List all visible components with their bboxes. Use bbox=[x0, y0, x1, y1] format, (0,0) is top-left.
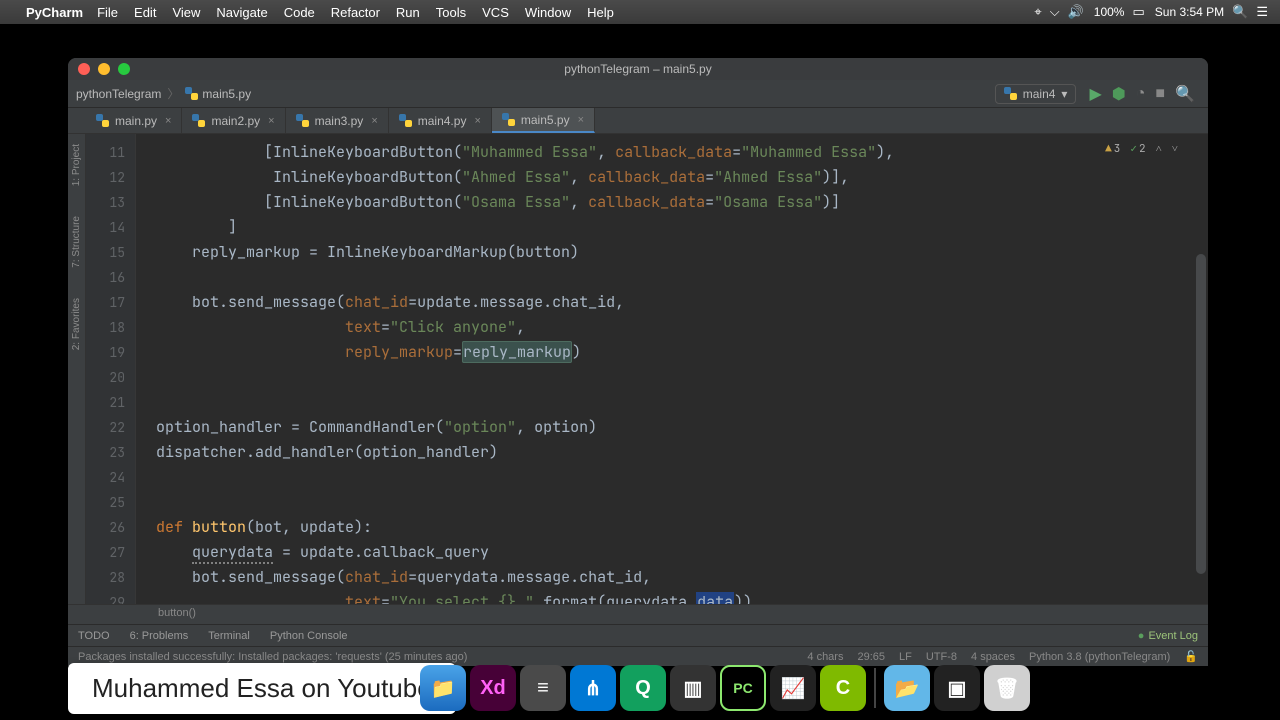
menu-code[interactable]: Code bbox=[284, 5, 315, 20]
vertical-scrollbar[interactable] bbox=[1196, 254, 1206, 574]
toolwindow-event-log[interactable]: Event Log bbox=[1138, 630, 1198, 642]
toolwindow-problems[interactable]: 6: Problems bbox=[130, 630, 189, 642]
inspection-widget[interactable]: 3 2 ˄ ˅ bbox=[1105, 142, 1178, 156]
menu-tools[interactable]: Tools bbox=[436, 5, 466, 20]
clock[interactable]: Sun 3:54 PM bbox=[1155, 5, 1224, 19]
tab-main3[interactable]: main3.py× bbox=[286, 108, 389, 133]
app-name[interactable]: PyCharm bbox=[26, 5, 83, 20]
menu-navigate[interactable]: Navigate bbox=[216, 5, 267, 20]
dock-trash[interactable]: 🗑 bbox=[984, 665, 1030, 711]
battery-percent[interactable]: 100% bbox=[1094, 5, 1125, 19]
dock-qgis[interactable]: Q bbox=[620, 665, 666, 711]
breadcrumb-file[interactable]: main5.py bbox=[185, 87, 251, 101]
fold-gutter[interactable] bbox=[136, 134, 152, 604]
tab-main4[interactable]: main4.py× bbox=[389, 108, 492, 133]
close-icon[interactable]: × bbox=[165, 115, 171, 127]
macos-dock: 📁 Xd ≡ ⋔ Q ▥ PC 📈 C 📂 ▣ 🗑 bbox=[420, 660, 1030, 716]
debug-button[interactable]: ⬢ bbox=[1112, 84, 1126, 104]
navigation-bar: pythonTelegram〉 main5.py main4 ▾ ▶ ⬢ ◔ ■… bbox=[68, 80, 1208, 108]
tab-main2[interactable]: main2.py× bbox=[182, 108, 285, 133]
dock-camtasia[interactable]: C bbox=[820, 665, 866, 711]
coverage-button[interactable]: ◔ bbox=[1136, 85, 1146, 103]
dock-adobe-xd[interactable]: Xd bbox=[470, 665, 516, 711]
volume-icon[interactable]: 🔊 bbox=[1068, 4, 1084, 20]
python-file-icon bbox=[192, 114, 205, 127]
toolwindow-favorites[interactable]: 2: Favorites bbox=[71, 298, 82, 350]
tab-main[interactable]: main.py× bbox=[86, 108, 182, 133]
menu-run[interactable]: Run bbox=[396, 5, 420, 20]
dock-finder[interactable]: 📁 bbox=[420, 665, 466, 711]
dock-downloads[interactable]: 📂 bbox=[884, 665, 930, 711]
toolwindow-python-console[interactable]: Python Console bbox=[270, 630, 348, 642]
left-tool-strip: 1: Project 7: Structure 2: Favorites bbox=[68, 134, 86, 604]
chevron-down-icon[interactable]: ˅ bbox=[1172, 142, 1178, 156]
dock-pycharm[interactable]: PC bbox=[720, 665, 766, 711]
wifi-icon[interactable]: ⌵ bbox=[1050, 4, 1060, 20]
menu-vcs[interactable]: VCS bbox=[482, 5, 509, 20]
dock-vscode[interactable]: ⋔ bbox=[570, 665, 616, 711]
window-title: pythonTelegram – main5.py bbox=[68, 62, 1208, 76]
run-button[interactable]: ▶ bbox=[1089, 84, 1101, 104]
python-file-icon bbox=[296, 114, 309, 127]
toolwindow-todo[interactable]: TODO bbox=[78, 630, 110, 642]
status-interpreter[interactable]: Python 3.8 (pythonTelegram) bbox=[1029, 651, 1170, 663]
code-area[interactable]: [InlineKeyboardButton("Muhammed Essa", c… bbox=[152, 134, 1208, 604]
python-file-icon bbox=[399, 114, 412, 127]
spotlight-icon[interactable]: 🔍 bbox=[1232, 4, 1248, 20]
macos-menubar: PyCharm File Edit View Navigate Code Ref… bbox=[0, 0, 1280, 24]
python-file-icon bbox=[96, 114, 109, 127]
bottom-tool-strip: TODO 6: Problems Terminal Python Console… bbox=[68, 624, 1208, 646]
pycharm-window: pythonTelegram – main5.py pythonTelegram… bbox=[68, 58, 1208, 666]
search-everywhere-button[interactable]: 🔍 bbox=[1175, 84, 1195, 104]
titlebar: pythonTelegram – main5.py bbox=[68, 58, 1208, 80]
control-center-icon[interactable]: ☰ bbox=[1256, 4, 1268, 20]
ok-count[interactable]: 2 bbox=[1130, 142, 1145, 156]
toolwindow-structure[interactable]: 7: Structure bbox=[71, 216, 82, 268]
lock-icon[interactable]: 🔓 bbox=[1184, 650, 1198, 663]
channel-banner: Muhammed Essa on Youtube bbox=[68, 663, 456, 714]
editor-tabs: main.py× main2.py× main3.py× main4.py× m… bbox=[68, 108, 1208, 134]
toolwindow-terminal[interactable]: Terminal bbox=[208, 630, 250, 642]
close-icon[interactable]: × bbox=[371, 115, 377, 127]
editor-breadcrumbs[interactable]: button() bbox=[68, 604, 1208, 624]
chevron-down-icon: ▾ bbox=[1061, 87, 1067, 101]
run-configuration-selector[interactable]: main4 ▾ bbox=[995, 84, 1077, 104]
breadcrumb-project[interactable]: pythonTelegram〉 bbox=[76, 85, 181, 102]
tab-main5[interactable]: main5.py× bbox=[492, 108, 595, 133]
menu-file[interactable]: File bbox=[97, 5, 118, 20]
close-icon[interactable]: × bbox=[578, 114, 584, 126]
dock-terminal[interactable]: ▣ bbox=[934, 665, 980, 711]
toolwindow-project[interactable]: 1: Project bbox=[71, 144, 82, 186]
chevron-up-icon[interactable]: ˄ bbox=[1156, 142, 1162, 156]
python-file-icon bbox=[1004, 87, 1017, 100]
dock-activity[interactable]: 📈 bbox=[770, 665, 816, 711]
dock-divider bbox=[874, 668, 876, 708]
line-number-gutter[interactable]: 11121314151617181920212223242526272829 bbox=[86, 134, 136, 604]
python-file-icon bbox=[185, 87, 198, 100]
dock-sublime[interactable]: ≡ bbox=[520, 665, 566, 711]
menu-window[interactable]: Window bbox=[525, 5, 571, 20]
code-editor[interactable]: 11121314151617181920212223242526272829 [… bbox=[86, 134, 1208, 604]
menu-help[interactable]: Help bbox=[587, 5, 614, 20]
status-message[interactable]: Packages installed successfully: Install… bbox=[78, 651, 467, 663]
warnings-count[interactable]: 3 bbox=[1105, 142, 1120, 156]
stop-button[interactable]: ■ bbox=[1155, 85, 1165, 103]
close-icon[interactable]: × bbox=[474, 115, 480, 127]
menu-refactor[interactable]: Refactor bbox=[331, 5, 380, 20]
dock-rectangle[interactable]: ▥ bbox=[670, 665, 716, 711]
menu-edit[interactable]: Edit bbox=[134, 5, 156, 20]
battery-icon[interactable]: ▭ bbox=[1132, 4, 1144, 20]
close-icon[interactable]: × bbox=[268, 115, 274, 127]
menu-view[interactable]: View bbox=[172, 5, 200, 20]
python-file-icon bbox=[502, 113, 515, 126]
bluetooth-icon[interactable]: ⌖ bbox=[1034, 4, 1041, 20]
